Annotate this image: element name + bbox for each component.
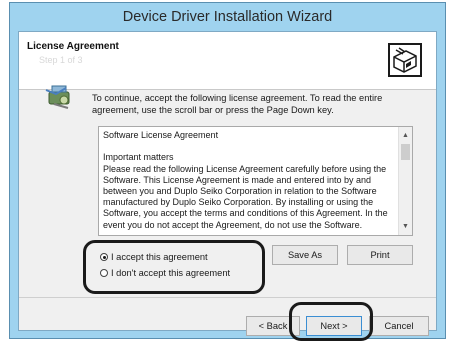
back-button[interactable]: < Back — [246, 316, 300, 336]
print-button[interactable]: Print — [347, 245, 413, 265]
window-title: Device Driver Installation Wizard — [122, 9, 333, 25]
cancel-button[interactable]: Cancel — [369, 316, 429, 336]
save-as-button[interactable]: Save As — [272, 245, 338, 265]
setup-icon — [44, 82, 74, 110]
scroll-down-icon[interactable]: ▼ — [399, 220, 412, 233]
scroll-thumb[interactable] — [401, 144, 410, 160]
scroll-up-icon[interactable]: ▲ — [399, 129, 412, 142]
page-subtitle: Step 1 of 3 — [39, 55, 83, 65]
accept-radio[interactable] — [100, 253, 108, 261]
license-text: Software License Agreement Important mat… — [103, 130, 388, 230]
wizard-header: License Agreement Step 1 of 3 — [19, 32, 436, 90]
decline-option[interactable]: I don't accept this agreement — [100, 268, 230, 278]
license-text-box[interactable]: Software License Agreement Important mat… — [98, 126, 413, 236]
decline-radio[interactable] — [100, 269, 108, 277]
decline-label: I don't accept this agreement — [111, 268, 231, 278]
instruction-text: To continue, accept the following licens… — [92, 93, 383, 115]
accept-option[interactable]: I accept this agreement — [100, 252, 208, 262]
license-scrollbar[interactable]: ▲ ▼ — [398, 127, 412, 235]
installer-box-icon — [388, 43, 422, 77]
footer-separator — [19, 297, 436, 298]
next-button[interactable]: Next > — [306, 316, 362, 336]
page-title: License Agreement — [27, 41, 119, 52]
accept-label: I accept this agreement — [111, 252, 208, 262]
